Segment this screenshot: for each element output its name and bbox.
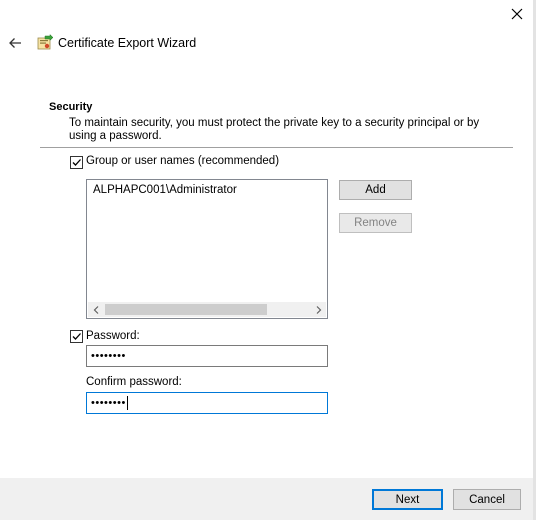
confirm-password-input[interactable]: •••••••• (86, 392, 328, 414)
close-icon (511, 8, 523, 20)
add-button[interactable]: Add (339, 180, 412, 200)
checkmark-icon (72, 159, 81, 166)
group-names-checkbox[interactable] (70, 156, 83, 169)
next-button[interactable]: Next (372, 489, 443, 510)
principals-listbox[interactable]: ALPHAPC001\Administrator (86, 179, 328, 319)
wizard-footer: Next Cancel (0, 478, 533, 520)
checkmark-icon (72, 333, 81, 340)
close-button[interactable] (500, 0, 534, 28)
group-names-label[interactable]: Group or user names (recommended) (86, 155, 279, 167)
back-button[interactable] (4, 32, 26, 54)
password-value: •••••••• (91, 350, 126, 362)
chevron-right-icon (316, 305, 321, 314)
cancel-button[interactable]: Cancel (453, 489, 521, 510)
scroll-left-button[interactable] (88, 302, 103, 317)
header-divider (40, 147, 513, 148)
horizontal-scrollbar[interactable] (88, 302, 326, 317)
text-caret (126, 396, 128, 410)
confirm-password-label: Confirm password: (86, 376, 182, 388)
list-item[interactable]: ALPHAPC001\Administrator (93, 184, 237, 196)
scroll-right-button[interactable] (311, 302, 326, 317)
certificate-wizard-icon (37, 34, 54, 50)
password-label[interactable]: Password: (86, 330, 140, 342)
back-arrow-icon (9, 38, 21, 48)
wizard-window: Certificate Export Wizard Security To ma… (0, 0, 533, 520)
section-heading: Security (49, 101, 93, 113)
password-checkbox[interactable] (70, 330, 83, 343)
remove-button[interactable]: Remove (339, 213, 412, 233)
section-description: To maintain security, you must protect t… (69, 117, 480, 142)
password-input[interactable]: •••••••• (86, 345, 328, 367)
wizard-title: Certificate Export Wizard (58, 36, 197, 50)
confirm-password-value: •••••••• (91, 397, 126, 409)
chevron-left-icon (93, 305, 98, 314)
scroll-thumb[interactable] (105, 304, 267, 315)
